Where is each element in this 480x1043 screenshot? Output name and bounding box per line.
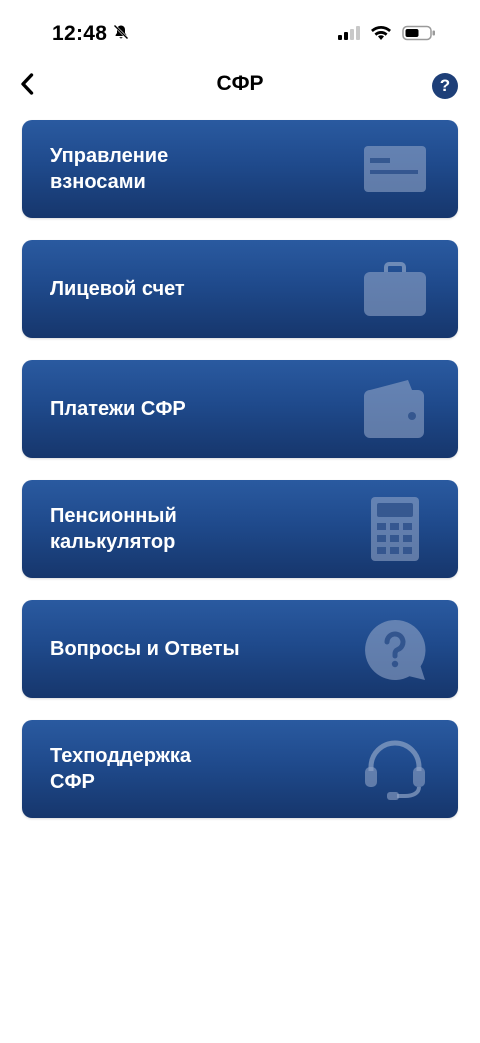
- menu-item-label: Техподдержка СФР: [50, 745, 192, 793]
- wallet-icon: [362, 376, 428, 442]
- calculator-icon: [362, 496, 428, 562]
- menu-item-label: Вопросы и Ответы: [50, 638, 240, 660]
- wifi-icon: [370, 25, 392, 46]
- menu-item-label: Управление взносами: [50, 145, 169, 193]
- menu-item-faq[interactable]: Вопросы и Ответы: [22, 600, 458, 698]
- status-time: 12:48: [52, 22, 108, 45]
- headset-icon: [362, 736, 428, 802]
- help-button[interactable]: ?: [432, 73, 458, 99]
- page-title: СФР: [216, 72, 264, 95]
- card-icon: [362, 136, 428, 202]
- battery-icon: [402, 25, 436, 46]
- briefcase-icon: [362, 256, 428, 322]
- status-time-group: 12:48: [52, 22, 129, 46]
- help-label: ?: [439, 76, 451, 95]
- menu-item-pension-calculator[interactable]: Пенсионный калькулятор: [22, 480, 458, 578]
- cellular-signal-icon: [338, 25, 360, 46]
- bell-slash-icon: [113, 24, 129, 45]
- menu-item-support[interactable]: Техподдержка СФР: [22, 720, 458, 818]
- status-bar: 12:48: [0, 0, 480, 70]
- menu-item-personal-account[interactable]: Лицевой счет: [22, 240, 458, 338]
- menu-list: Управление взносами Лицевой счет Платежи…: [22, 120, 458, 840]
- menu-item-label: Пенсионный калькулятор: [50, 505, 177, 553]
- menu-item-label: Лицевой счет: [50, 278, 185, 300]
- navigation-bar: СФР ?: [0, 64, 480, 108]
- menu-item-label: Платежи СФР: [50, 398, 186, 420]
- question-bubble-icon: [362, 616, 428, 682]
- menu-item-payments[interactable]: Платежи СФР: [22, 360, 458, 458]
- status-indicators: [338, 25, 436, 46]
- menu-item-contributions[interactable]: Управление взносами: [22, 120, 458, 218]
